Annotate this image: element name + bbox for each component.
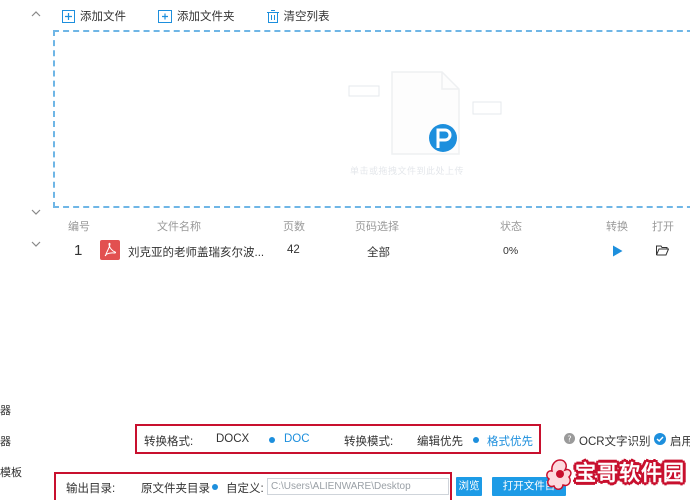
format-option-doc[interactable]: DOC [284, 433, 310, 445]
output-path-input[interactable]: C:\Users\ALIENWARE\Desktop [267, 478, 449, 495]
add-file-icon [62, 9, 75, 23]
table-row[interactable]: 1 刘克亚的老师盖瑞亥尔波... 42 全部 0% [0, 240, 690, 264]
enable-option[interactable]: 启用 [670, 433, 690, 449]
chevron-up-icon[interactable] [30, 8, 42, 20]
col-status: 状态 [500, 221, 522, 233]
clear-list-label: 清空列表 [283, 11, 330, 23]
file-table-header: 编号 文件名称 页数 页码选择 状态 转换 打开 [0, 218, 690, 234]
row-status: 0% [503, 245, 519, 257]
chevron-down-icon[interactable] [30, 206, 42, 218]
file-drop-zone[interactable]: 单击或拖拽文件到此处上传 [53, 30, 690, 208]
format-label: 转换格式: [144, 436, 194, 448]
conversion-options-highlight [135, 424, 541, 454]
svg-text:?: ? [567, 435, 571, 444]
toolbar: 添加文件 添加文件夹 清空列表 [62, 6, 362, 26]
check-icon[interactable] [654, 433, 666, 448]
output-option-custom[interactable]: 自定义: [226, 480, 264, 496]
row-filename: 刘克亚的老师盖瑞亥尔波... [128, 247, 265, 259]
play-icon[interactable] [612, 245, 623, 260]
add-file-label: 添加文件 [80, 11, 126, 23]
format-option-docx[interactable]: DOCX [216, 433, 249, 445]
row-page-select[interactable]: 全部 [367, 244, 390, 260]
sidebar-item-label[interactable]: 器 [0, 402, 11, 418]
pdf-file-icon [100, 240, 120, 263]
col-open: 打开 [652, 221, 674, 233]
folder-open-icon[interactable] [656, 245, 670, 259]
mode-label: 转换模式: [344, 436, 394, 448]
add-folder-icon [158, 9, 172, 23]
mode-option-format[interactable]: 格式优先 [487, 433, 533, 449]
ocr-option[interactable]: OCR文字识别 [579, 433, 651, 449]
trash-icon [266, 9, 279, 23]
add-file-button[interactable]: 添加文件 [62, 8, 126, 24]
drop-zone-hint: 单击或拖拽文件到此处上传 [350, 166, 465, 176]
output-option-original[interactable]: 原文件夹目录 [141, 480, 210, 496]
mode-option-edit[interactable]: 编辑优先 [417, 433, 463, 449]
radio-selected-icon[interactable] [269, 437, 275, 443]
add-folder-label: 添加文件夹 [177, 11, 235, 23]
help-icon[interactable]: ? [564, 433, 575, 447]
browse-button[interactable]: 浏览 [456, 477, 482, 496]
sidebar-item-label[interactable]: 模板 [0, 464, 22, 480]
row-index: 1 [74, 242, 83, 259]
col-pages: 页数 [283, 221, 305, 233]
col-convert: 转换 [606, 221, 628, 233]
radio-selected-icon[interactable] [212, 484, 218, 490]
col-page-select: 页码选择 [355, 221, 399, 233]
sidebar-item-label[interactable]: 器 [0, 433, 11, 449]
row-pages: 42 [287, 244, 300, 256]
watermark-logo: 宝哥软件园 [545, 452, 690, 500]
watermark-text: 宝哥软件园 [575, 462, 685, 485]
radio-selected-icon[interactable] [473, 437, 479, 443]
col-index: 编号 [68, 221, 90, 233]
clear-list-button[interactable]: 清空列表 [266, 8, 330, 24]
col-filename: 文件名称 [157, 221, 201, 233]
output-label: 输出目录: [66, 483, 116, 495]
add-folder-button[interactable]: 添加文件夹 [158, 8, 235, 24]
